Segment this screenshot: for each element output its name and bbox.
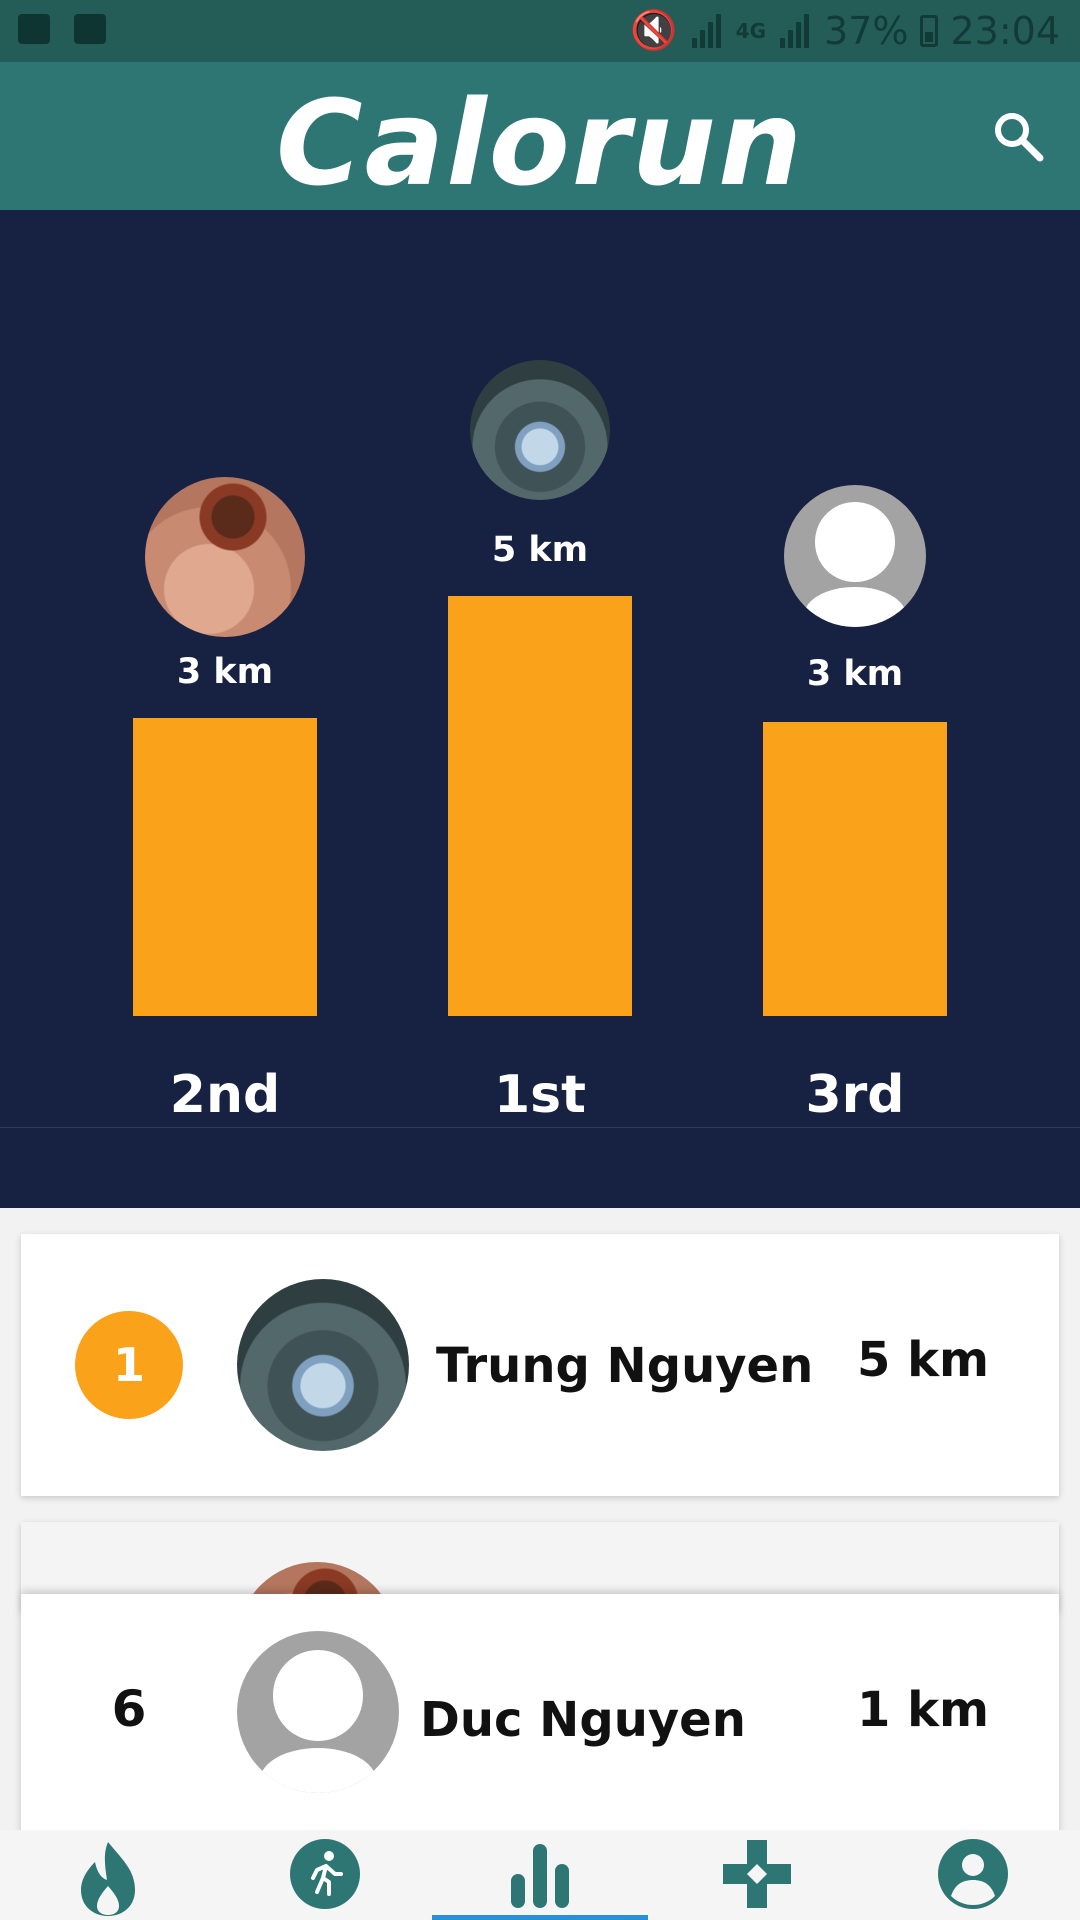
bottom-nav — [0, 1830, 1080, 1920]
podium-avatar-second[interactable] — [145, 477, 305, 637]
leaderboard-list[interactable]: 1 Trung Nguyen 5 km 6 Duc Nguyen 1 km — [0, 1208, 1080, 1854]
podium-distance-first: 5 km — [491, 530, 589, 570]
run-icon — [290, 1839, 360, 1909]
nav-item-games[interactable] — [648, 1830, 864, 1920]
current-user-card[interactable]: 6 Duc Nguyen 1 km — [21, 1594, 1059, 1854]
podium-place-second: 2nd — [169, 1065, 281, 1125]
app-bar: Calorun — [0, 62, 1080, 212]
gallery-icon — [18, 14, 50, 44]
screen: 🔇 4G 37% 23:04 Calorun 3 km 2nd 5 km 1st — [0, 0, 1080, 1920]
nav-item-calories[interactable] — [0, 1830, 216, 1920]
podium-distance-second: 3 km — [176, 652, 274, 692]
current-user-distance: 1 km — [856, 1682, 989, 1738]
account-icon — [938, 1839, 1008, 1909]
clock: 23:04 — [950, 8, 1060, 53]
podium-avatar-third[interactable] — [784, 485, 926, 627]
runner-distance: 5 km — [856, 1332, 989, 1388]
podium-place-first: 1st — [494, 1065, 586, 1125]
active-tab-indicator — [432, 1915, 648, 1920]
nav-item-leaderboard[interactable] — [432, 1830, 648, 1920]
podium-place-third: 3rd — [805, 1065, 905, 1125]
avatar — [237, 1279, 409, 1451]
divider — [0, 1127, 1080, 1128]
podium-bar-second — [133, 718, 317, 1016]
wifi-icon — [74, 14, 106, 44]
current-user-name: Duc Nguyen — [420, 1692, 746, 1748]
network-type: 4G — [735, 18, 767, 43]
current-user-avatar — [237, 1631, 399, 1793]
podium: 3 km 2nd 5 km 1st 3 km 3rd — [0, 210, 1080, 1208]
battery-icon — [920, 14, 939, 47]
search-icon — [995, 113, 1044, 162]
nav-item-run[interactable] — [216, 1830, 432, 1920]
rank-badge: 1 — [75, 1311, 183, 1419]
podium-avatar-first[interactable] — [470, 360, 610, 500]
nav-item-profile[interactable] — [864, 1830, 1080, 1920]
status-bar: 🔇 4G 37% 23:04 — [0, 0, 1080, 62]
podium-bar-third — [763, 722, 947, 1016]
signal-icon-2 — [778, 13, 812, 48]
current-user-rank: 6 — [111, 1680, 147, 1738]
podium-distance-third: 3 km — [806, 654, 904, 694]
game-icon — [723, 1840, 791, 1908]
search-button[interactable] — [990, 108, 1046, 164]
leaderboard-row[interactable]: 1 Trung Nguyen 5 km — [21, 1234, 1059, 1496]
podium-bar-first — [448, 596, 632, 1016]
battery-percent: 37% — [824, 8, 909, 53]
mute-icon: 🔇 — [630, 8, 678, 52]
runner-name: Trung Nguyen — [436, 1338, 814, 1394]
signal-icon — [690, 13, 724, 48]
app-title: Calorun — [276, 74, 804, 212]
flame-icon — [81, 1842, 135, 1916]
leaderboard-icon — [511, 1844, 569, 1908]
